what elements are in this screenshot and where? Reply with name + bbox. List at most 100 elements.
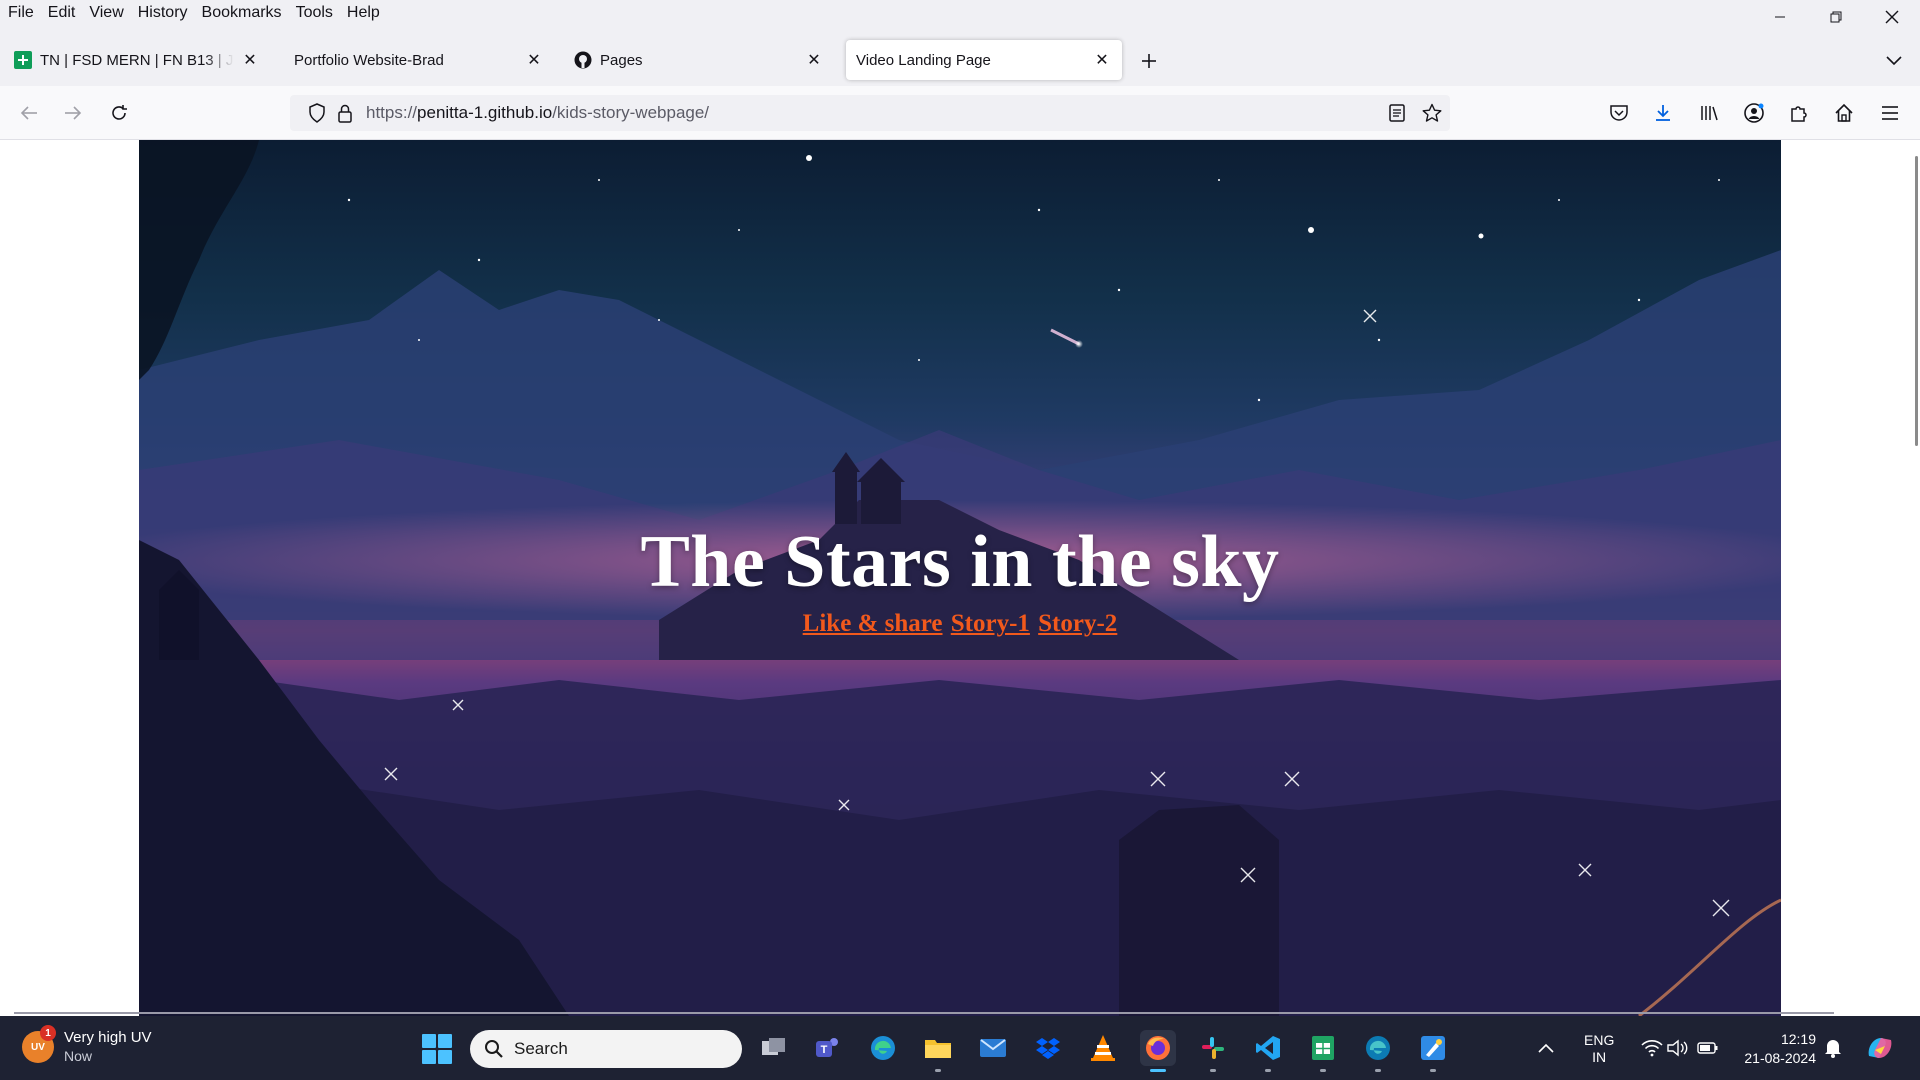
tab-label: Portfolio Website-Brad (294, 51, 444, 69)
restore-button[interactable] (1808, 0, 1864, 34)
bookmark-star-button[interactable] (1417, 98, 1447, 128)
region-code: IN (1592, 1049, 1607, 1065)
menu-bookmarks[interactable]: Bookmarks (196, 4, 288, 22)
tab-portfolio[interactable]: Portfolio Website-Brad ✕ (284, 40, 554, 80)
weather-widget[interactable]: UV 1 Very high UV Now (22, 1025, 152, 1066)
spreadsheet-icon (14, 51, 32, 69)
download-icon (1656, 105, 1670, 121)
like-share-link[interactable]: Like & share (803, 610, 943, 637)
tab-close-icon[interactable]: ✕ (804, 50, 824, 70)
dropbox-icon[interactable] (1030, 1030, 1066, 1066)
file-explorer-icon[interactable] (920, 1030, 956, 1072)
url-text[interactable]: https://penitta-1.github.io/kids-story-w… (366, 103, 709, 123)
sun-uv-icon: UV 1 (22, 1025, 56, 1063)
arrow-left-icon (20, 106, 37, 120)
firefox-icon[interactable] (1140, 1030, 1176, 1072)
system-clock[interactable]: 12:19 21-08-2024 (1736, 1030, 1816, 1068)
restore-icon (1830, 11, 1842, 23)
task-view-icon[interactable] (756, 1030, 792, 1066)
home-icon (1835, 103, 1853, 122)
minimize-button[interactable] (1752, 0, 1808, 34)
sheets-icon[interactable] (1305, 1030, 1341, 1072)
tab-close-icon[interactable]: ✕ (524, 50, 544, 70)
notification-bell-icon[interactable] (1818, 1030, 1848, 1066)
forward-button[interactable] (58, 98, 88, 128)
search-icon (485, 1040, 503, 1058)
downloads-button[interactable] (1648, 98, 1678, 128)
taskbar-search[interactable]: Search (470, 1030, 742, 1068)
menu-file[interactable]: File (2, 4, 40, 22)
battery-icon[interactable] (1690, 1030, 1726, 1066)
story-1-link[interactable]: Story-1 (951, 610, 1030, 637)
vlc-icon[interactable] (1085, 1030, 1121, 1066)
copilot-icon[interactable] (1862, 1030, 1898, 1066)
slack-icon[interactable] (1195, 1030, 1231, 1072)
story-2-link[interactable]: Story-2 (1038, 610, 1117, 637)
menu-history[interactable]: History (132, 4, 194, 22)
site-info-button[interactable] (330, 98, 360, 128)
weather-title: Very high UV (64, 1029, 152, 1046)
tab-video-landing-page[interactable]: Video Landing Page ✕ (846, 40, 1122, 80)
navigation-toolbar: https://penitta-1.github.io/kids-story-w… (0, 86, 1920, 140)
menu-bar: File Edit View History Bookmarks Tools H… (0, 0, 1920, 26)
tab-label: TN | FSD MERN | FN B13 | Jun 2024 (40, 51, 234, 69)
new-tab-button[interactable] (1136, 48, 1162, 74)
list-all-tabs-button[interactable] (1880, 48, 1908, 74)
tab-label: Video Landing Page (856, 51, 991, 69)
menu-tools[interactable]: Tools (290, 4, 339, 22)
page-title: The Stars in the sky (640, 521, 1280, 603)
notification-badge: 1 (40, 1025, 56, 1041)
show-hidden-icons-chevron-icon[interactable] (1534, 1030, 1558, 1066)
edge-dev-icon[interactable] (1360, 1030, 1396, 1072)
windows-taskbar: UV 1 Very high UV Now Search T ENG IN 12… (0, 1016, 1920, 1080)
chevron-down-icon (1886, 56, 1902, 66)
puzzle-icon (1791, 106, 1807, 122)
hero-links: Like & share Story-1 Story-2 (139, 610, 1781, 638)
vertical-scrollbar[interactable] (1915, 156, 1918, 446)
pocket-button[interactable] (1604, 98, 1634, 128)
url-scheme: https:// (366, 103, 418, 122)
teams-icon[interactable]: T (810, 1030, 846, 1066)
close-icon (1885, 10, 1899, 24)
tab-pages[interactable]: Pages ✕ (564, 40, 834, 80)
hero-background-image: The Stars in the sky Like & share Story-… (139, 140, 1781, 1016)
menu-help[interactable]: Help (341, 4, 386, 22)
app-menu-button[interactable] (1875, 98, 1905, 128)
tab-close-icon[interactable]: ✕ (1092, 50, 1112, 70)
extensions-button[interactable] (1784, 98, 1814, 128)
edge-icon[interactable] (865, 1030, 901, 1066)
horizontal-scrollbar[interactable] (14, 1012, 1834, 1014)
clock-time: 12:19 (1780, 1031, 1816, 1047)
tracking-protection-icon[interactable] (302, 98, 332, 128)
account-button[interactable] (1739, 98, 1769, 128)
reload-button[interactable] (104, 98, 134, 128)
reader-view-button[interactable] (1382, 98, 1412, 128)
window-controls (1752, 0, 1920, 34)
library-icon (1701, 106, 1718, 121)
start-button[interactable] (422, 1034, 452, 1064)
reload-icon (112, 105, 127, 120)
tab-close-icon[interactable]: ✕ (240, 50, 260, 70)
arrow-right-icon (65, 106, 82, 120)
paint-icon[interactable] (1415, 1030, 1451, 1072)
shield-icon (309, 103, 325, 123)
vscode-icon[interactable] (1250, 1030, 1286, 1072)
home-button[interactable] (1829, 98, 1859, 128)
tab-fsd-mern[interactable]: TN | FSD MERN | FN B13 | Jun 2024 ✕ (4, 40, 270, 80)
back-button[interactable] (14, 98, 44, 128)
close-window-button[interactable] (1864, 0, 1920, 34)
reader-view-icon (1389, 104, 1405, 122)
address-bar[interactable]: https://penitta-1.github.io/kids-story-w… (290, 95, 1450, 131)
input-language-indicator[interactable]: ENG IN (1584, 1032, 1614, 1066)
library-button[interactable] (1694, 98, 1724, 128)
mail-icon[interactable] (975, 1030, 1011, 1066)
uv-label: UV (31, 1041, 45, 1053)
menu-edit[interactable]: Edit (42, 4, 82, 22)
menu-view[interactable]: View (83, 4, 129, 22)
url-host: penitta-1.github.io (417, 103, 553, 122)
tab-label: Pages (600, 51, 643, 69)
github-icon (574, 51, 592, 69)
search-placeholder: Search (514, 1039, 568, 1058)
clock-date: 21-08-2024 (1744, 1050, 1816, 1066)
account-icon (1744, 103, 1764, 123)
